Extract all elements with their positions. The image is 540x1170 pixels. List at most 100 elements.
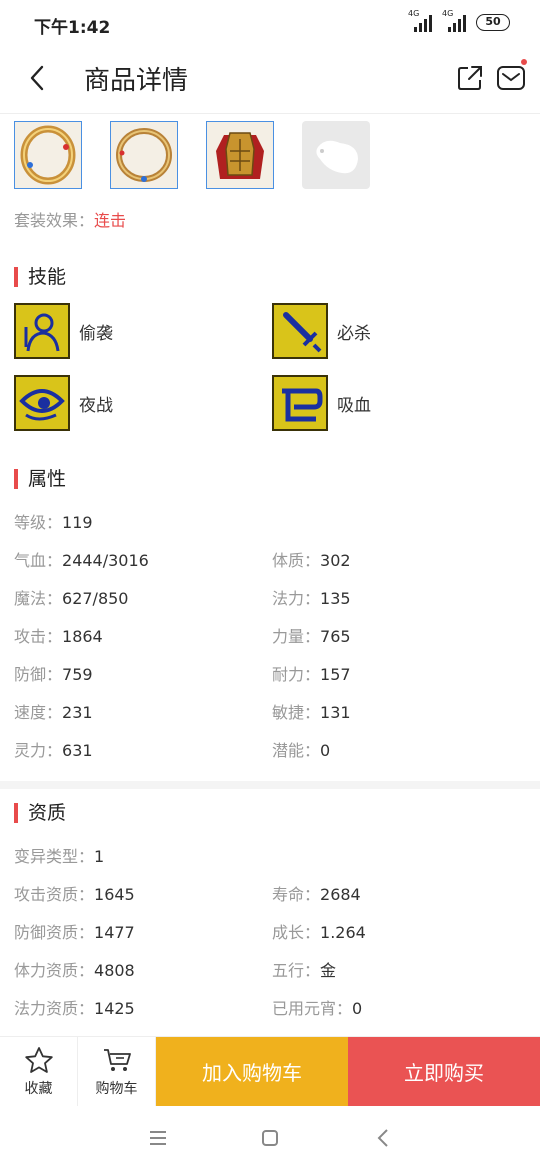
skill-name: 夜战: [79, 395, 113, 416]
attr-defense: 防御：759: [14, 661, 93, 685]
armor-icon: [216, 132, 264, 179]
share-icon: [458, 66, 482, 90]
attr-value: 0: [320, 741, 331, 760]
attr-value: 765: [320, 627, 351, 646]
attr-value: 119: [62, 513, 93, 532]
star-icon: [24, 1047, 53, 1073]
attr-label: 潜能：: [272, 741, 321, 760]
attr-magic: 法力：135: [272, 585, 351, 609]
signal-icon: 4G: [408, 9, 432, 32]
quality-attack: 攻击资质：1645: [14, 881, 135, 905]
item-empty-slot: [302, 121, 370, 189]
item-ring-1[interactable]: [14, 121, 82, 189]
set-effect: 套装效果：连击: [14, 207, 126, 231]
back-arrow-icon: [377, 1129, 388, 1147]
skill-name: 吸血: [337, 395, 371, 416]
attr-value: 2444/3016: [62, 551, 149, 570]
attr-mp: 魔法：627/850: [14, 585, 128, 609]
quality-label: 体力资质：: [14, 961, 95, 980]
message-button[interactable]: [496, 59, 527, 92]
back-button[interactable]: [22, 62, 54, 94]
attr-value: 759: [62, 665, 93, 684]
ring-icon: [20, 125, 76, 185]
quality-value: 4808: [94, 961, 135, 980]
attr-strength: 力量：765: [272, 623, 351, 647]
quality-lifespan: 寿命：2684: [272, 881, 361, 905]
back-nav-button[interactable]: [372, 1126, 396, 1150]
attr-value: 1864: [62, 627, 103, 646]
favorite-button[interactable]: 收藏: [0, 1037, 78, 1107]
skill-item[interactable]: 必杀: [272, 303, 371, 359]
placeholder-icon: [316, 140, 358, 174]
attr-label: 等级：: [14, 513, 63, 532]
quality-value: 1645: [94, 885, 135, 904]
cart-label: 购物车: [95, 1081, 138, 1097]
bottom-action-bar: 收藏 购物车 加入购物车 立即购买: [0, 1036, 540, 1107]
attr-spirit: 灵力：631: [14, 737, 93, 761]
attr-label: 防御：: [14, 665, 63, 684]
attr-label: 体质：: [272, 551, 321, 570]
add-to-cart-button[interactable]: 加入购物车: [156, 1037, 348, 1106]
quality-mutation: 变异类型：1: [14, 843, 104, 867]
night-eye-icon: [14, 375, 70, 431]
signal-icon-2: 4G: [442, 9, 466, 32]
equipment-list: [14, 121, 370, 189]
quality-label: 成长：: [272, 923, 321, 942]
cart-icon: [103, 1049, 131, 1071]
quality-value: 1425: [94, 999, 135, 1018]
quality-label: 攻击资质：: [14, 885, 95, 904]
ring-icon: [116, 128, 172, 182]
attr-label: 气血：: [14, 551, 63, 570]
menu-icon: [150, 1131, 166, 1145]
status-time: 下午1:42: [34, 18, 111, 38]
quality-element: 五行：金: [272, 957, 336, 981]
skill-item[interactable]: 偷袭: [14, 303, 113, 359]
quality-stamina: 体力资质：4808: [14, 957, 135, 981]
quality-value: 2684: [320, 885, 361, 904]
attr-value: 631: [62, 741, 93, 760]
quality-label: 寿命：: [272, 885, 321, 904]
share-button[interactable]: [456, 64, 484, 92]
attr-label: 耐力：: [272, 665, 321, 684]
attr-value: 231: [62, 703, 93, 722]
quality-value: 1: [94, 847, 105, 866]
home-nav-button[interactable]: [258, 1126, 282, 1150]
quality-growth: 成长：1.264: [272, 919, 366, 943]
quality-value: 1.264: [320, 923, 366, 942]
attr-constitution: 体质：302: [272, 547, 351, 571]
attr-label: 攻击：: [14, 627, 63, 646]
menu-nav-button[interactable]: [146, 1126, 170, 1150]
sneak-attack-icon: [14, 303, 70, 359]
attr-hp: 气血：2444/3016: [14, 547, 149, 571]
attr-label: 法力：: [272, 589, 321, 608]
buy-now-button[interactable]: 立即购买: [348, 1037, 540, 1106]
attr-value: 157: [320, 665, 351, 684]
sword-icon: [272, 303, 328, 359]
home-square-icon: [262, 1130, 278, 1146]
item-armor[interactable]: [206, 121, 274, 189]
attr-label: 速度：: [14, 703, 63, 722]
page-title: 商品详情: [84, 66, 189, 96]
notification-dot: [521, 59, 527, 65]
status-bar: 下午1:42 4G 4G 50: [0, 0, 540, 46]
quality-value: 0: [352, 999, 363, 1018]
attr-endurance: 耐力：157: [272, 661, 351, 685]
quality-title: 资质: [14, 803, 66, 823]
battery-icon: 50: [476, 13, 510, 31]
quality-label: 变异类型：: [14, 847, 95, 866]
cart-button[interactable]: 购物车: [78, 1037, 156, 1107]
blood-drain-icon: [272, 375, 328, 431]
skill-item[interactable]: 夜战: [14, 375, 113, 431]
quality-label: 防御资质：: [14, 923, 95, 942]
nav-header: 商品详情: [0, 46, 540, 114]
attr-label: 灵力：: [14, 741, 63, 760]
system-nav-bar: [0, 1106, 540, 1170]
skill-name: 偷袭: [79, 323, 113, 344]
set-effect-label: 套装效果：: [14, 211, 95, 230]
quality-label: 五行：: [272, 961, 321, 980]
quality-defense: 防御资质：1477: [14, 919, 135, 943]
section-divider: [0, 781, 540, 789]
skills-title: 技能: [14, 267, 66, 287]
item-ring-2[interactable]: [110, 121, 178, 189]
skill-item[interactable]: 吸血: [272, 375, 371, 431]
